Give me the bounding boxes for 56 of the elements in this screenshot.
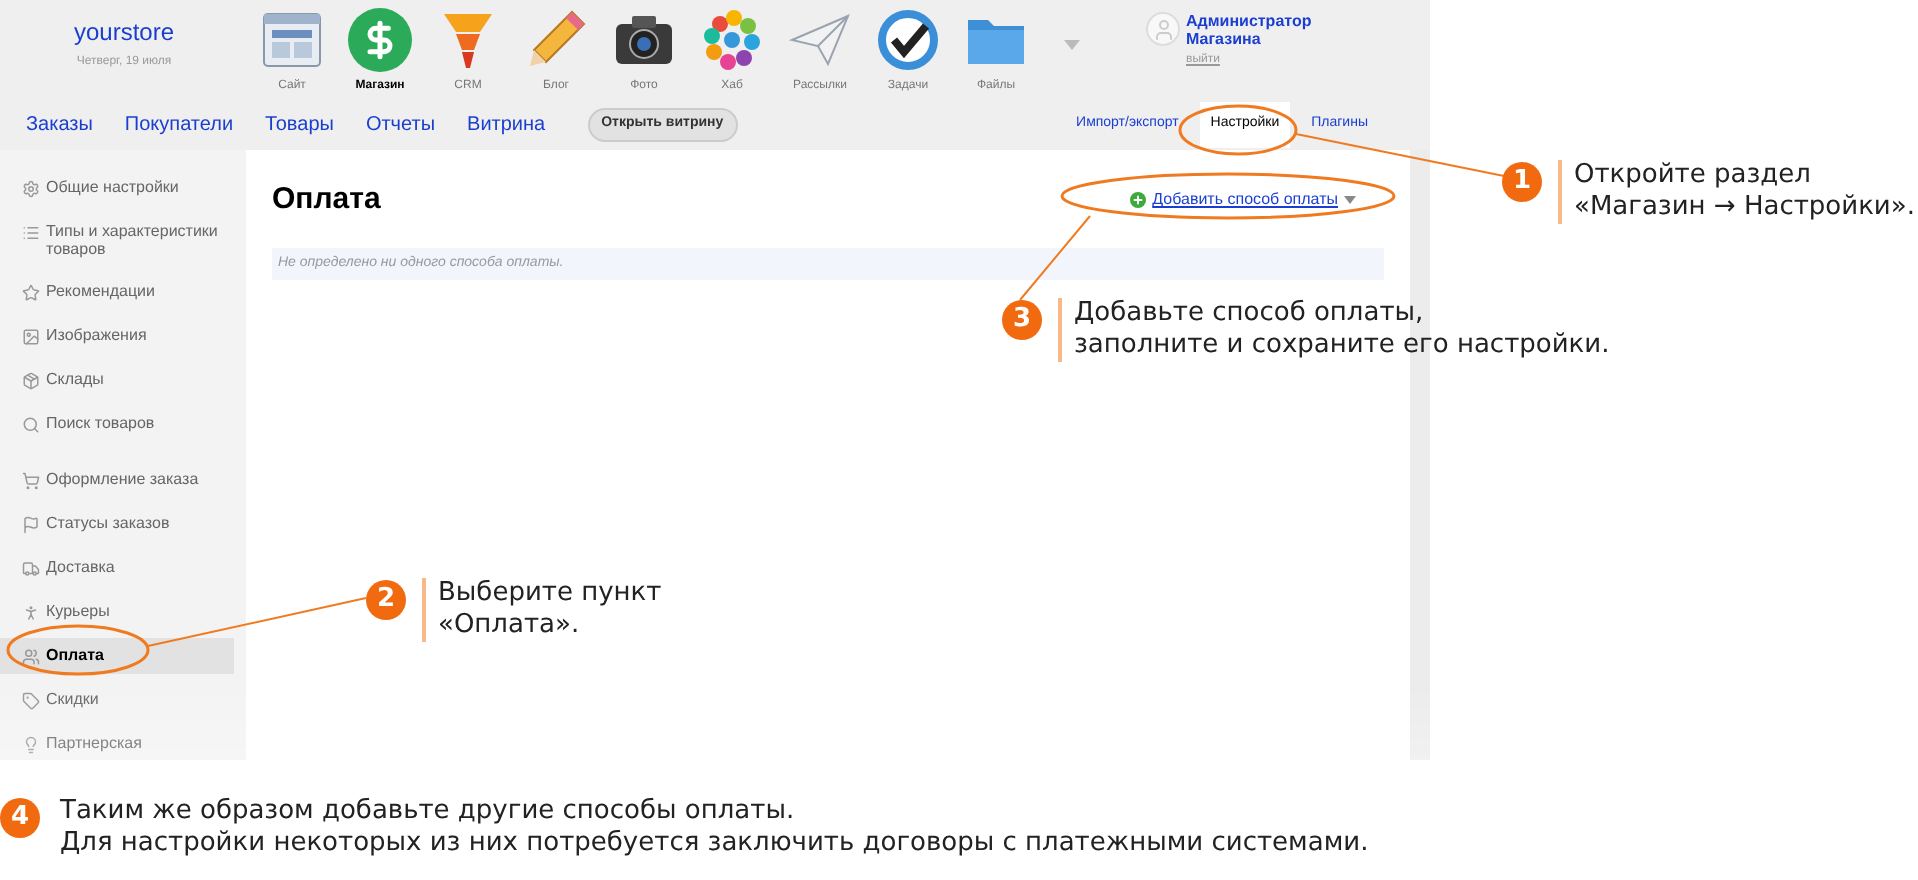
sidebar-item[interactable]: Склады xyxy=(0,362,234,398)
step-number-badge: 1 xyxy=(1502,162,1542,202)
image-icon xyxy=(22,328,40,346)
flag-icon xyxy=(22,516,40,534)
step-instruction: «Оплата». xyxy=(438,610,582,642)
nav-link[interactable]: Покупатели xyxy=(124,110,234,140)
highlight-ellipse xyxy=(1178,104,1298,156)
sidebar-item[interactable]: Типы и характеристики товаров xyxy=(0,214,234,266)
user-name[interactable]: Администратор Магазина xyxy=(1186,12,1346,48)
checkmark-circle-icon xyxy=(876,8,940,72)
nav-link[interactable]: Витрина xyxy=(467,110,546,140)
avatar-icon xyxy=(1146,12,1180,46)
step-instruction: заполните и сохраните его настройки. xyxy=(1074,330,1610,362)
sidebar-item[interactable]: Изображения xyxy=(0,318,234,354)
sidebar-item[interactable]: Рекомендации xyxy=(0,274,234,310)
tag-icon xyxy=(22,692,40,710)
search-icon xyxy=(22,416,40,434)
nav-link[interactable]: Товары xyxy=(265,110,334,140)
step-number-badge: 4 xyxy=(0,798,40,838)
highlight-ellipse xyxy=(6,624,150,676)
sidebar-item[interactable]: Доставка xyxy=(0,550,234,586)
star-icon xyxy=(22,284,40,302)
dollar-icon xyxy=(348,8,412,72)
sidebar-item[interactable]: Курьеры xyxy=(0,594,234,630)
sidebar-item[interactable]: Партнерская xyxy=(0,726,234,762)
add-payment-link[interactable]: Добавить способ оплаты xyxy=(1130,188,1356,213)
pencil-icon xyxy=(524,8,588,72)
people-icon xyxy=(22,648,40,666)
truck-icon xyxy=(22,560,40,578)
sidebar-item[interactable]: Оплата xyxy=(0,638,234,674)
step-instruction: Таким же образом добавьте другие способы оплаты. xyxy=(60,796,797,828)
leader-line xyxy=(1019,215,1091,301)
sidebar-item[interactable]: Поиск товаров xyxy=(0,406,234,442)
cart-icon xyxy=(22,472,40,490)
nav-link[interactable]: Отчеты xyxy=(365,110,436,140)
browser-window-icon xyxy=(260,8,324,72)
store-name[interactable]: yourstore xyxy=(73,18,175,46)
step-instruction: Выберите пункт xyxy=(438,578,662,610)
page-title: Оплата xyxy=(272,180,381,220)
nav-link[interactable]: Заказы xyxy=(26,110,93,140)
step-instruction: «Магазин → Настройки». xyxy=(1574,192,1915,224)
sidebar-item[interactable]: Оформление заказа xyxy=(0,462,234,498)
walking-person-icon xyxy=(22,604,40,622)
step-instruction: Добавьте способ оплаты, xyxy=(1074,298,1426,330)
plus-icon xyxy=(1130,192,1147,209)
gear-icon xyxy=(22,180,40,198)
step-instruction: Откройте раздел xyxy=(1574,160,1813,192)
sidebar-item[interactable]: Скидки xyxy=(0,682,234,718)
sidebar-item[interactable]: Общие настройки xyxy=(0,170,234,206)
sidebar-item[interactable]: Статусы заказов xyxy=(0,506,234,542)
colorful-dots-icon xyxy=(700,8,764,72)
list-icon xyxy=(22,224,40,242)
box-icon xyxy=(22,372,40,390)
caret-icon[interactable] xyxy=(1344,196,1356,205)
step-instruction: Для настройки некоторых из них потребуется заключить договоры с платежными системами. xyxy=(60,828,1369,860)
lightbulb-icon xyxy=(22,736,40,754)
